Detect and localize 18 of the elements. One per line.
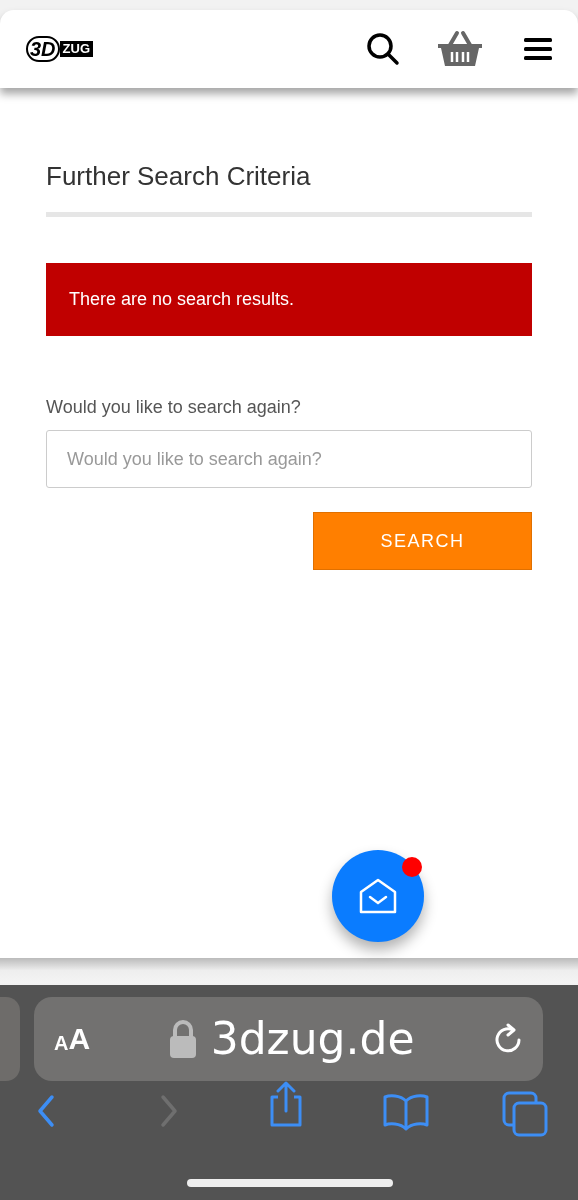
search-button[interactable]: SEARCH xyxy=(313,512,532,570)
reload-icon[interactable] xyxy=(493,1023,523,1055)
tabs-icon[interactable] xyxy=(502,1091,548,1137)
address-bar[interactable]: AA 3dzug.de xyxy=(34,997,543,1081)
search-icon[interactable] xyxy=(366,32,400,66)
url-text: 3dzug.de xyxy=(210,1014,415,1064)
error-alert: There are no search results. xyxy=(46,263,532,336)
lock-icon xyxy=(168,1019,197,1059)
page-title: Further Search Criteria xyxy=(46,160,312,192)
menu-icon[interactable] xyxy=(524,37,552,61)
basket-icon[interactable] xyxy=(436,29,484,69)
logo-text: ZUG xyxy=(59,41,94,57)
search-field[interactable]: Would you like to search again? xyxy=(46,430,532,488)
book-icon[interactable] xyxy=(382,1091,430,1133)
logo[interactable]: 3D ZUG xyxy=(26,36,94,62)
envelope-icon xyxy=(358,878,398,914)
text-size-button[interactable]: AA xyxy=(54,1024,91,1054)
search-label: Would you like to search again? xyxy=(46,396,302,418)
